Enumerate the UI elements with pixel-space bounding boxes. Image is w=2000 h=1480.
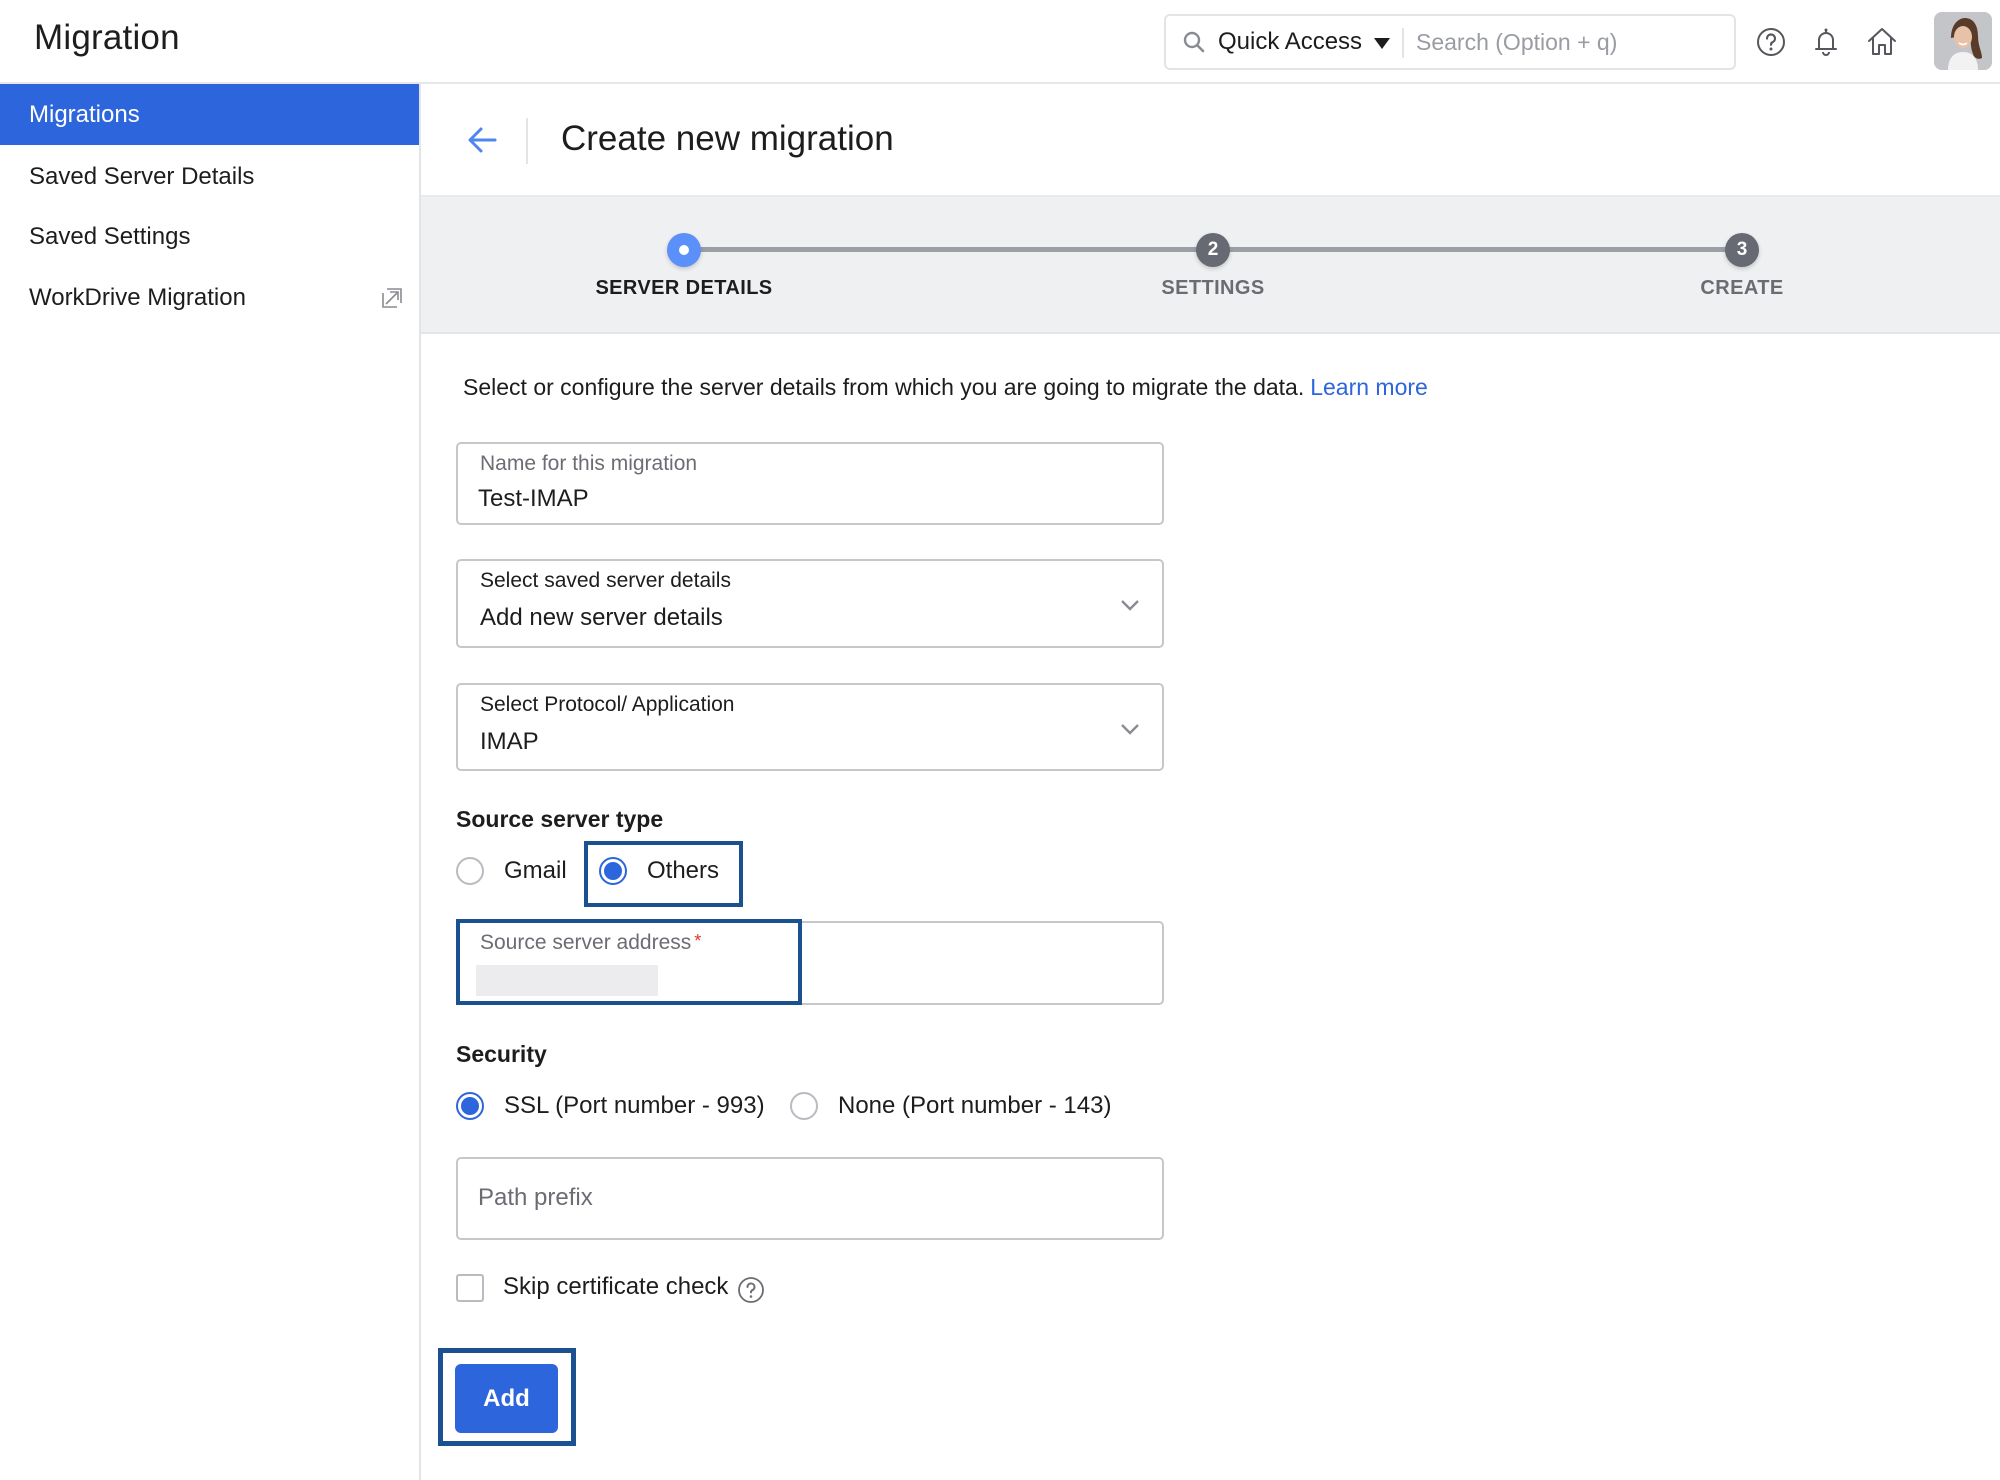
radio-label: Gmail (504, 857, 567, 884)
page-header: Create new migration (421, 84, 2000, 197)
radio-label: None (Port number - 143) (838, 1092, 1112, 1119)
radio-others[interactable]: Others (599, 857, 719, 885)
search-icon (1183, 31, 1205, 53)
radio-label: SSL (Port number - 993) (504, 1092, 765, 1119)
radio-label: Others (647, 857, 720, 884)
stepper: SERVER DETAILS 2 SETTINGS 3 CREATE (421, 197, 2000, 334)
migration-name-input[interactable] (478, 482, 1138, 516)
sidebar-item-label: Saved Settings (29, 223, 191, 250)
add-button[interactable]: Add (455, 1364, 558, 1433)
step-2-indicator: 2 (1196, 233, 1230, 267)
required-marker: * (694, 931, 702, 951)
step-settings[interactable]: 2 SETTINGS (950, 197, 1476, 334)
migration-name-field[interactable]: Name for this migration (456, 442, 1164, 525)
app-title: Migration (34, 18, 180, 57)
step-1-indicator (667, 233, 701, 267)
field-label-text: Source server address (480, 931, 692, 954)
main-content: Create new migration SERVER DETAILS 2 SE… (421, 84, 2000, 1480)
external-link-icon[interactable] (381, 287, 403, 309)
step-create[interactable]: 3 CREATE (1479, 197, 2000, 334)
radio-gmail[interactable]: Gmail (456, 857, 567, 885)
sidebar-item-saved-settings[interactable]: Saved Settings (0, 206, 419, 267)
page-title: Create new migration (561, 119, 894, 158)
saved-server-select[interactable]: Select saved server details Add new serv… (456, 559, 1164, 648)
help-icon[interactable] (1753, 24, 1789, 60)
intro-description: Select or configure the server details f… (463, 374, 1305, 400)
top-bar: Migration Quick Access (0, 0, 2000, 84)
step-server-details[interactable]: SERVER DETAILS (421, 197, 947, 334)
sidebar-item-label: Saved Server Details (29, 163, 255, 190)
step-label: CREATE (1700, 277, 1784, 299)
skip-certificate-label: Skip certificate check (503, 1273, 729, 1300)
radio-button[interactable] (456, 857, 484, 885)
security-label: Security (456, 1041, 547, 1067)
quick-access-dropdown[interactable]: Quick Access (1218, 28, 1391, 56)
search-input[interactable] (1416, 22, 1716, 62)
step-label: SETTINGS (1161, 277, 1265, 299)
home-icon[interactable] (1864, 24, 1900, 60)
step-label: SERVER DETAILS (595, 277, 773, 299)
arrow-left-icon[interactable] (461, 118, 505, 162)
avatar[interactable] (1934, 12, 1992, 70)
path-prefix-input[interactable] (478, 1181, 1138, 1215)
sidebar-item-migrations[interactable]: Migrations (0, 84, 419, 145)
learn-more-link[interactable]: Learn more (1310, 374, 1428, 400)
search-divider (1402, 28, 1404, 58)
intro-text: Select or configure the server details f… (463, 374, 1428, 401)
radio-button[interactable] (599, 857, 627, 885)
selected-value: Add new server details (480, 604, 723, 631)
source-server-address-value[interactable] (476, 965, 658, 996)
sidebar: Migrations Saved Server Details Saved Se… (0, 84, 421, 1480)
source-server-type-label: Source server type (456, 806, 664, 832)
skip-certificate-checkbox[interactable] (456, 1274, 484, 1302)
radio-button[interactable] (790, 1092, 818, 1120)
radio-button[interactable] (456, 1092, 484, 1120)
avatar-image (1934, 12, 1992, 70)
radio-ssl[interactable]: SSL (Port number - 993) (456, 1092, 765, 1120)
sidebar-item-label: WorkDrive Migration (29, 284, 246, 311)
selected-value: IMAP (480, 728, 539, 755)
help-icon[interactable] (737, 1276, 765, 1304)
header-divider (526, 118, 528, 164)
field-label: Name for this migration (480, 452, 698, 475)
search-box[interactable]: Quick Access (1164, 14, 1736, 70)
sidebar-item-label: Migrations (29, 101, 140, 128)
caret-down-icon (1374, 37, 1391, 49)
chevron-down-icon (1121, 724, 1139, 735)
sidebar-item-saved-server-details[interactable]: Saved Server Details (0, 146, 419, 207)
bell-icon[interactable] (1808, 24, 1844, 60)
field-label: Select Protocol/ Application (480, 693, 735, 716)
step-3-indicator: 3 (1725, 233, 1759, 267)
quick-access-label: Quick Access (1218, 28, 1363, 55)
chevron-down-icon (1121, 600, 1139, 611)
field-label: Select saved server details (480, 569, 731, 592)
sidebar-item-workdrive-migration[interactable]: WorkDrive Migration (0, 267, 419, 328)
source-server-address-field[interactable]: Source server address * (456, 921, 1164, 1005)
field-label: Source server address * (480, 931, 701, 955)
protocol-select[interactable]: Select Protocol/ Application IMAP (456, 683, 1164, 771)
radio-none[interactable]: None (Port number - 143) (790, 1092, 1111, 1120)
path-prefix-field[interactable] (456, 1157, 1164, 1240)
